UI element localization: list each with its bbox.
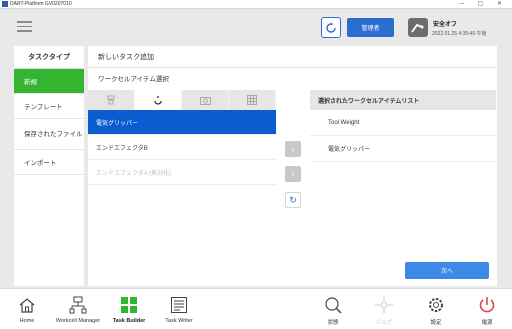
refresh-icon: ↻ — [289, 194, 297, 205]
nav-task-writer[interactable]: Task Writer — [160, 289, 198, 329]
workcell-category-tabs — [88, 90, 276, 110]
nav-home-label: Home — [19, 318, 35, 324]
menu-icon[interactable] — [17, 21, 32, 32]
move-left-button[interactable]: ‹ — [285, 166, 301, 182]
header: 管理者 安全オフ 2022.01.25 4:35:49 午後 — [0, 9, 512, 44]
nav-power-label: 電源 — [481, 320, 493, 326]
nav-settings[interactable]: 設定 — [425, 289, 447, 329]
selected-items-panel: 選択されたワークセルアイテムリスト Tool Weight 電気グリッパー — [310, 90, 496, 162]
list-item-electric-gripper[interactable]: 電気グリッパー — [88, 110, 276, 135]
app-logo — [2, 1, 8, 7]
role-button[interactable]: 管理者 — [347, 18, 394, 37]
sidebar-item-import[interactable]: インポート — [14, 150, 84, 175]
nav-workcell-manager-label: Workcell Manager — [55, 318, 101, 324]
page-title: 新しいタスク追加 — [88, 46, 497, 68]
selected-item-tool-weight[interactable]: Tool Weight — [310, 110, 496, 136]
grid-icon — [247, 95, 257, 105]
gripper-icon — [154, 96, 162, 105]
list-item-end-effector-b[interactable]: エンドエフェクタB — [88, 135, 276, 160]
section-subtitle: ワークセルアイテム選択 — [98, 76, 169, 83]
nav-status[interactable]: 状態 — [322, 289, 344, 329]
add-task-panel: 新しいタスク追加 ワークセルアイテム選択 電気グリッパー エンドエフェクタB エ… — [88, 46, 497, 286]
refresh-button[interactable]: ↻ — [285, 192, 301, 208]
power-icon — [479, 297, 495, 313]
timestamp: 2022.01.25 4:35:49 午後 — [432, 31, 487, 37]
selected-list-header: 選択されたワークセルアイテムリスト — [310, 90, 496, 110]
task-writer-icon — [171, 297, 187, 313]
safety-status: 安全オフ — [433, 22, 458, 28]
nav-settings-label: 設定 — [430, 320, 442, 326]
nav-workcell-manager[interactable]: Workcell Manager — [50, 289, 106, 329]
sync-icon — [326, 22, 336, 33]
status-icon — [325, 297, 342, 314]
nav-task-builder-label: Task Builder — [112, 318, 146, 324]
settings-icon — [429, 298, 443, 312]
workcell-item-list: 電気グリッパー エンドエフェクタB エンドエフェクタA (無効化) — [88, 110, 276, 185]
robot-icon — [107, 95, 115, 105]
window-title: DART-Platform GV0207010 — [10, 0, 72, 7]
workcell-icon — [69, 296, 87, 314]
camera-icon — [199, 96, 211, 105]
safety-robot-icon[interactable] — [408, 18, 428, 37]
nav-home[interactable]: Home — [13, 289, 41, 329]
sync-button[interactable] — [321, 17, 341, 38]
sidebar-item-new[interactable]: 新規 — [14, 69, 84, 94]
nav-jog-label: ジョグ — [375, 320, 393, 326]
nav-task-builder[interactable]: Task Builder — [110, 289, 148, 329]
move-right-button[interactable]: › — [285, 141, 301, 157]
sidebar-title: タスクタイプ — [14, 46, 84, 69]
nav-status-label: 状態 — [327, 320, 339, 326]
chevron-left-icon: ‹ — [291, 169, 295, 179]
task-builder-icon — [121, 297, 137, 313]
window-controls[interactable]: ─ ▢ ✕ — [460, 0, 508, 9]
chevron-right-icon: › — [291, 144, 295, 154]
next-button[interactable]: 次へ — [405, 262, 489, 279]
tab-robot[interactable] — [88, 90, 135, 110]
task-type-sidebar: タスクタイプ 新規 テンプレート 保存されたファイル インポート — [14, 46, 84, 286]
nav-task-writer-label: Task Writer — [165, 318, 193, 324]
bottom-nav: Home Workcell Manager Task Builder Task … — [0, 288, 512, 329]
list-item-end-effector-a: エンドエフェクタA (無効化) — [88, 160, 276, 185]
sidebar-item-template[interactable]: テンプレート — [14, 94, 84, 119]
selected-item-electric-gripper[interactable]: 電気グリッパー — [310, 136, 496, 162]
window-titlebar: DART-Platform GV0207010 ─ ▢ ✕ — [0, 0, 512, 9]
nav-power[interactable]: 電源 — [476, 289, 498, 329]
jog-icon — [375, 296, 393, 314]
tab-gripper[interactable] — [135, 90, 182, 110]
nav-jog: ジョグ — [373, 289, 395, 329]
tab-camera[interactable] — [182, 90, 229, 110]
sidebar-item-saved-files[interactable]: 保存されたファイル — [14, 119, 84, 150]
tab-grid[interactable] — [229, 90, 276, 110]
home-icon — [19, 297, 35, 313]
